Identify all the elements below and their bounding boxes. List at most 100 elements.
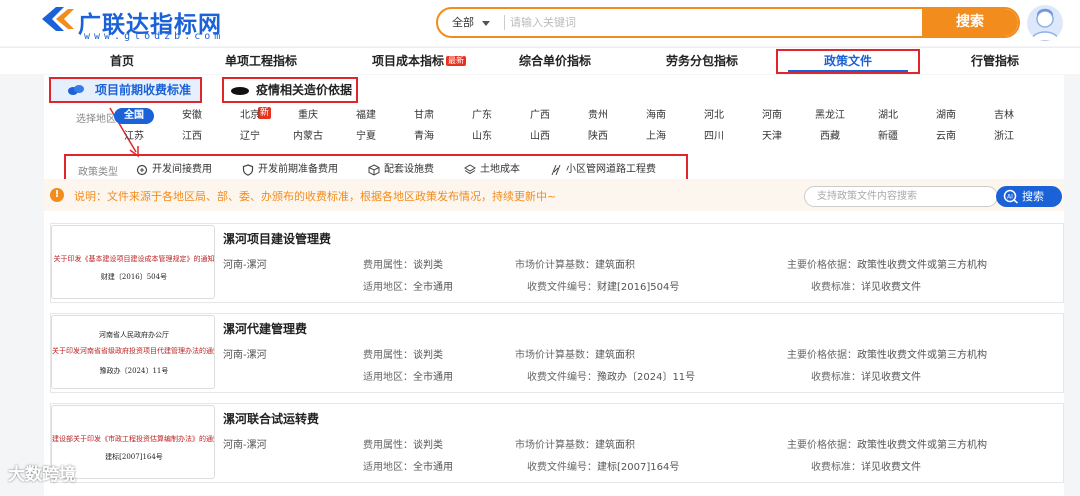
region-item[interactable]: 安徽 [172,108,212,124]
region-item[interactable]: 新疆 [868,129,908,145]
field-fee_std-value: 详见收费文件 [861,282,921,293]
field-price_basis-label: 主要价格依据： [787,440,857,451]
document-location: 河南-漯河 [223,260,267,271]
nav-policy-docs[interactable]: 政策文件 [776,49,920,74]
region-item[interactable]: 云南 [926,129,966,145]
nav-industry-mgmt[interactable]: 行管指标 [960,48,1030,75]
policy-type-prep-cost[interactable]: 开发前期准备费用 [242,163,338,177]
document-title[interactable]: 漯河代建管理费 [223,320,307,337]
field-scope: 适用地区：全市通用 [363,458,453,473]
field-scope: 适用地区：全市通用 [363,368,453,383]
policy-type-facilities[interactable]: 配套设施费 [368,163,434,177]
thumbnail-text: 建标[2007]164号 [105,453,163,461]
field-market_base: 市场价计算基数：建筑面积 [515,346,635,361]
region-item[interactable]: 江西 [172,129,212,145]
field-doc_no: 收费文件编号：豫政办〔2024〕11号 [527,368,695,383]
document-title[interactable]: 漯河项目建设管理费 [223,230,331,247]
logo-url: www.glodzb.com [84,31,225,42]
region-item[interactable]: 内蒙古 [288,129,328,145]
shield-icon [242,164,254,176]
region-item[interactable]: 甘肃 [404,108,444,124]
field-scope-label: 适用地区： [363,462,413,473]
layers-icon [464,164,476,175]
document-thumbnail[interactable]: 河南省人民政府办公厅 关于印发河南省省级政府投资项目代建管理办法的通知 豫政办〔20… [51,315,215,389]
region-item[interactable]: 西藏 [810,129,850,145]
region-item[interactable]: 河南 [752,108,792,124]
global-search: 全部 搜索 [436,7,1020,38]
field-market_base-label: 市场价计算基数： [515,350,595,361]
region-item[interactable]: 吉林 [984,108,1024,124]
region-item[interactable]: 海南 [636,108,676,124]
thumbnail-text: 豫政办〔2024〕11号 [99,367,169,375]
region-item[interactable]: 陕西 [578,129,618,145]
site-logo[interactable]: 广联达指标网 www.glodzb.com [40,4,260,44]
policy-type-indirect-cost[interactable]: 开发间接费用 [136,163,212,177]
field-price_basis-value: 政策性收费文件或第三方机构 [857,260,987,271]
document-card[interactable]: 河南省人民政府办公厅 关于印发河南省省级政府投资项目代建管理办法的通知 豫政办〔20… [50,313,1064,393]
document-card[interactable]: 建设部关于印发《市政工程投资估算编制办法》的通知 建标[2007]164号 漯河联合… [50,403,1064,483]
policy-type-land-cost[interactable]: 土地成本 [464,163,520,177]
region-item[interactable]: 广东 [462,108,502,124]
nav-labor-subcontract[interactable]: 劳务分包指标 [655,48,749,75]
region-item[interactable]: 重庆 [288,108,328,124]
thumbnail-text: 关于印发《基本建设项目建设成本管理规定》的通知 [53,255,215,263]
region-item[interactable]: 浙江 [984,129,1024,145]
region-item[interactable]: 湖北 [868,108,908,124]
region-item[interactable]: 天津 [752,129,792,145]
region-item[interactable]: 江苏 [114,129,154,145]
region-item[interactable]: 黑龙江 [810,108,850,124]
document-title[interactable]: 漯河联合试运转费 [223,410,319,427]
nav-unit-price[interactable]: 综合单价指标 [508,48,602,75]
user-avatar[interactable] [1027,5,1063,41]
caret-down-icon [482,20,490,26]
region-item[interactable]: 全国 [114,108,154,124]
site-header: 广联达指标网 www.glodzb.com 全部 搜索 [0,0,1080,46]
field-fee_attr-value: 谈判类 [413,260,443,271]
user-avatar-icon [1030,8,1060,41]
search-button[interactable]: 搜索 [922,9,1018,36]
region-item[interactable]: 贵州 [578,108,618,124]
subtab-epidemic-basis[interactable]: 疫情相关造价依据新 [222,77,358,119]
region-item[interactable]: 辽宁 [230,129,270,145]
search-input[interactable] [510,11,910,34]
document-thumbnail[interactable]: 关于印发《基本建设项目建设成本管理规定》的通知 财建〔2016〕504号 [51,225,215,299]
pill-icon [231,87,249,95]
search-category-select[interactable]: 全部 [452,9,490,36]
region-item[interactable]: 北京 [230,108,270,124]
document-card[interactable]: 关于印发《基本建设项目建设成本管理规定》的通知 财建〔2016〕504号 漯河项目建… [50,223,1064,303]
field-price_basis: 主要价格依据：政策性收费文件或第三方机构 [787,346,987,361]
field-doc_no: 收费文件编号：财建[2016]504号 [527,278,679,293]
region-item[interactable]: 福建 [346,108,386,124]
region-item[interactable]: 河北 [694,108,734,124]
field-doc_no-label: 收费文件编号： [527,282,597,293]
field-fee_attr: 费用属性：谈判类 [363,436,443,451]
region-item[interactable]: 四川 [694,129,734,145]
doc-search-button[interactable]: AI 搜索 [996,186,1062,207]
field-market_base-value: 建筑面积 [595,350,635,361]
region-item[interactable]: 青海 [404,129,444,145]
region-item[interactable]: 宁夏 [346,129,386,145]
field-doc_no: 收费文件编号：建标[2007]164号 [527,458,679,473]
region-filter-label: 选择地区 [76,114,116,125]
subtab-preliminary-fees[interactable]: 项目前期收费标准 [49,77,202,103]
field-fee_std-label: 收费标准： [811,462,861,473]
region-item[interactable]: 湖南 [926,108,966,124]
nav-single-project[interactable]: 单项工程指标 [214,48,308,75]
region-item[interactable]: 山西 [520,129,560,145]
nav-project-cost[interactable]: 项目成本指标 最新 [362,48,476,75]
main-nav: 首页 单项工程指标 项目成本指标 最新 综合单价指标 劳务分包指标 政策文件 行管… [0,47,1080,74]
field-price_basis-value: 政策性收费文件或第三方机构 [857,440,987,451]
field-fee_std: 收费标准：详见收费文件 [811,278,921,293]
info-icon: ! [50,188,64,202]
nav-home[interactable]: 首页 [92,48,152,75]
field-scope-value: 全市通用 [413,372,453,383]
doc-search-input[interactable]: 支持政策文件内容搜索 [804,186,998,207]
policy-type-pipeline-road[interactable]: 小区管网道路工程费 [550,163,656,177]
region-item[interactable]: 广西 [520,108,560,124]
region-item[interactable]: 上海 [636,129,676,145]
field-scope: 适用地区：全市通用 [363,278,453,293]
field-fee_attr-value: 谈判类 [413,440,443,451]
field-scope-label: 适用地区： [363,282,413,293]
watermark: 大数跨境 [8,465,76,485]
region-item[interactable]: 山东 [462,129,502,145]
